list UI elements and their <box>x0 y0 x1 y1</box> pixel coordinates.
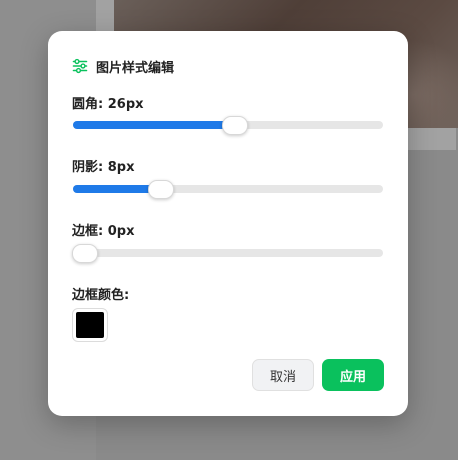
sliders-icon <box>72 58 88 74</box>
border-slider-thumb[interactable] <box>71 244 98 263</box>
border-color-preview <box>76 312 104 338</box>
border-color-picker[interactable] <box>72 308 108 342</box>
radius-slider[interactable] <box>73 116 383 135</box>
shadow-label: 阴影: 8px <box>72 160 135 175</box>
radius-slider-fill <box>73 121 235 129</box>
cancel-button[interactable]: 取消 <box>252 359 314 391</box>
radius-label: 圆角: 26px <box>72 97 144 112</box>
shadow-slider-fill <box>73 185 160 193</box>
dialog-title: 图片样式编辑 <box>96 60 175 76</box>
shadow-slider[interactable] <box>73 180 383 199</box>
border-color-label: 边框颜色: <box>72 288 130 303</box>
shadow-slider-thumb[interactable] <box>147 180 174 199</box>
apply-button[interactable]: 应用 <box>322 359 384 391</box>
border-slider[interactable] <box>71 244 383 263</box>
dialog-header: 图片样式编辑 <box>72 56 174 76</box>
radius-slider-thumb[interactable] <box>222 116 249 135</box>
border-label: 边框: 0px <box>72 224 135 239</box>
image-style-dialog: 图片样式编辑 圆角: 26px 阴影: 8px 边框: 0px 边框颜色: 取消… <box>48 31 408 416</box>
